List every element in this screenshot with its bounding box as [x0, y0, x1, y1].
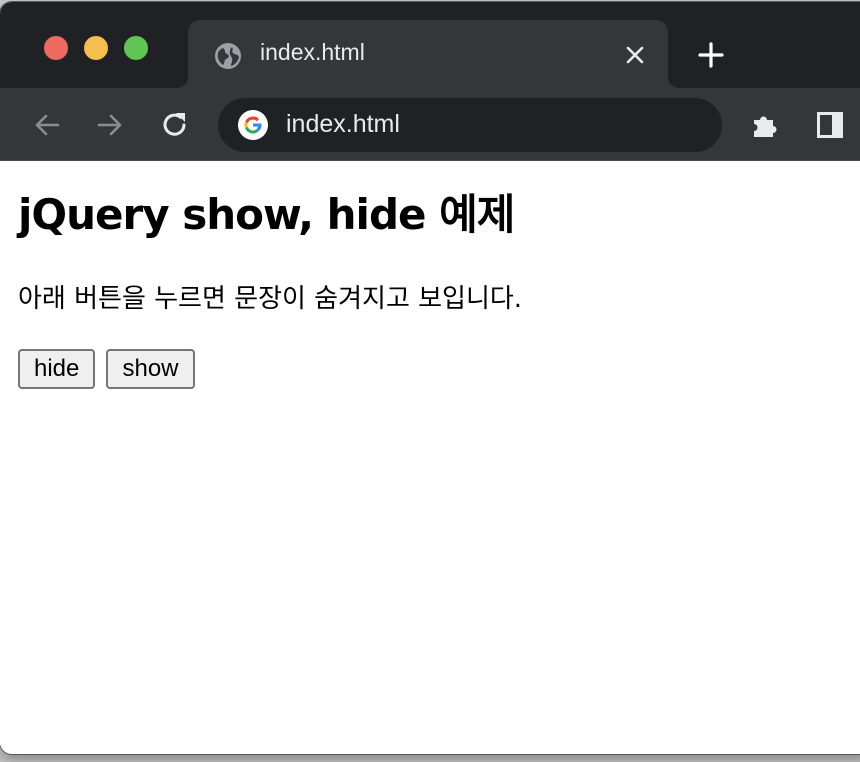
button-row: hide show [18, 349, 857, 389]
page-description: 아래 버튼을 누르면 문장이 숨겨지고 보입니다. [18, 284, 523, 314]
browser-window: index.html index.html jQuery show, hide … [0, 2, 860, 754]
minimize-window-button[interactable] [84, 36, 108, 60]
extensions-puzzle-icon[interactable] [750, 110, 780, 140]
close-icon[interactable] [624, 44, 646, 66]
url-text: index.html [286, 110, 400, 138]
page-heading: jQuery show, hide 예제 [18, 190, 515, 239]
back-arrow-icon[interactable] [32, 110, 62, 140]
side-panel-icon[interactable] [815, 110, 845, 140]
title-bar: index.html [0, 2, 860, 88]
show-button[interactable]: show [106, 349, 195, 389]
browser-tab[interactable]: index.html [176, 20, 680, 88]
hide-button[interactable]: hide [18, 349, 96, 389]
maximize-window-button[interactable] [124, 36, 148, 60]
browser-toolbar: index.html [0, 88, 860, 161]
tab-title: index.html [260, 39, 365, 65]
forward-arrow-icon[interactable] [95, 110, 125, 140]
google-g-icon [238, 110, 268, 140]
page-content: jQuery show, hide 예제 아래 버튼을 누르면 문장이 숨겨지고… [0, 161, 860, 754]
reload-icon[interactable] [160, 110, 190, 140]
address-bar[interactable]: index.html [218, 98, 722, 152]
close-window-button[interactable] [44, 36, 68, 60]
globe-icon [215, 43, 241, 69]
new-tab-plus-icon[interactable] [698, 42, 724, 68]
